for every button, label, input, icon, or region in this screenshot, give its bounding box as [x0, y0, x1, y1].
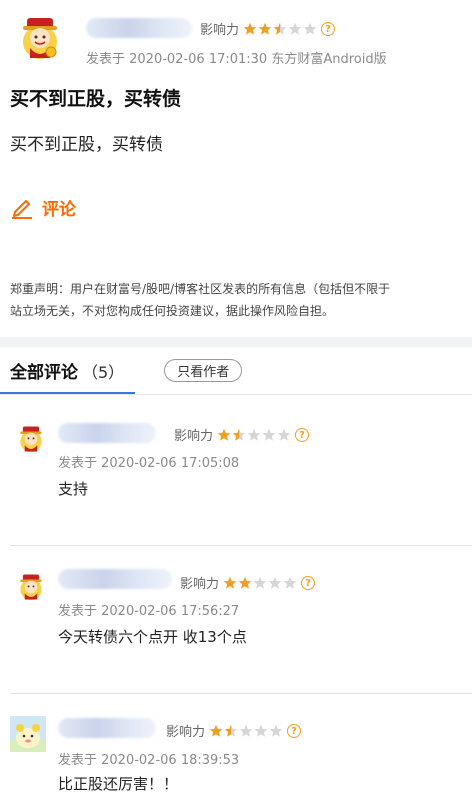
- comment-influence: 影响力 ?: [166, 721, 302, 740]
- comment-username-blurred[interactable]: [58, 718, 156, 738]
- disclaimer-line-2: 站立场无关，不对您构成任何投资建议，据此操作风险自担。: [10, 304, 335, 318]
- star-icon: [239, 724, 253, 737]
- star-icon: [288, 22, 302, 35]
- star-icon: [217, 428, 231, 441]
- star-icon: [262, 428, 276, 441]
- star-icon: [258, 22, 272, 35]
- star-icon: [209, 724, 223, 737]
- author-influence: 影响力 ?: [200, 19, 336, 38]
- star-icon: [254, 724, 268, 737]
- comment-avatar[interactable]: [10, 716, 46, 752]
- author-avatar[interactable]: [16, 14, 64, 62]
- influence-label: 影响力: [174, 429, 214, 444]
- help-question-icon[interactable]: ?: [301, 575, 316, 590]
- comment-meta: 发表于 2020-02-06 18:39:53: [58, 753, 240, 768]
- help-question-icon[interactable]: ?: [321, 21, 336, 36]
- comment-text: 支持: [58, 480, 89, 498]
- pencil-icon: [12, 199, 32, 219]
- influence-label: 影响力: [166, 725, 206, 740]
- tabs-divider: [0, 394, 472, 395]
- comment-meta: 发表于 2020-02-06 17:56:27: [58, 604, 240, 619]
- comment-text: 比正股还厉害！！: [58, 775, 179, 793]
- comment-count: （5）: [82, 362, 125, 382]
- star-icon: [268, 576, 282, 589]
- author-username-blurred[interactable]: [86, 18, 192, 38]
- comment-influence: 影响力 ?: [180, 573, 316, 592]
- comment-text: 今天转债六个点开 收13个点: [58, 628, 247, 646]
- star-icon: [273, 22, 287, 35]
- comment-username-blurred[interactable]: [58, 569, 172, 589]
- star-icon: [253, 576, 267, 589]
- star-icon: [269, 724, 283, 737]
- comment-avatar[interactable]: [16, 572, 46, 602]
- help-question-icon[interactable]: ?: [295, 427, 310, 442]
- comment-divider: [10, 545, 472, 546]
- comment-username-blurred[interactable]: [58, 423, 156, 443]
- comment-button[interactable]: 评论: [10, 195, 76, 220]
- post-body: 买不到正股，买转债: [10, 135, 163, 155]
- comment-meta: 发表于 2020-02-06 17:05:08: [58, 456, 240, 471]
- comment-button-label: 评论: [42, 200, 76, 220]
- influence-stars: [217, 428, 291, 442]
- influence-label: 影响力: [200, 23, 240, 38]
- star-icon: [277, 428, 291, 441]
- star-icon: [243, 22, 257, 35]
- disclaimer: 郑重声明：用户在财富号/股吧/博客社区发表的所有信息（包括但不限于 站立场无关，…: [10, 278, 472, 322]
- section-separator: [0, 337, 472, 347]
- comment-divider: [10, 693, 472, 694]
- post-meta: 发表于 2020-02-06 17:01:30 东方财富Android版: [86, 52, 387, 67]
- post-title: 买不到正股，买转债: [10, 88, 182, 110]
- influence-stars: [223, 576, 297, 590]
- star-icon: [283, 576, 297, 589]
- star-icon: [224, 724, 238, 737]
- influence-stars: [209, 724, 283, 738]
- comment-avatar[interactable]: [16, 424, 46, 454]
- help-question-icon[interactable]: ?: [287, 723, 302, 738]
- comment-influence: 影响力 ?: [174, 425, 310, 444]
- star-icon: [238, 576, 252, 589]
- star-icon: [247, 428, 261, 441]
- comment-tabs: 全部评论 （5） 只看作者: [10, 358, 243, 383]
- only-author-button[interactable]: 只看作者: [164, 359, 243, 382]
- influence-stars: [243, 22, 317, 36]
- star-icon: [232, 428, 246, 441]
- tab-all-comments[interactable]: 全部评论: [10, 358, 78, 383]
- star-icon: [303, 22, 317, 35]
- star-icon: [223, 576, 237, 589]
- influence-label: 影响力: [180, 577, 220, 592]
- disclaimer-line-1: 郑重声明：用户在财富号/股吧/博客社区发表的所有信息（包括但不限于: [10, 282, 391, 296]
